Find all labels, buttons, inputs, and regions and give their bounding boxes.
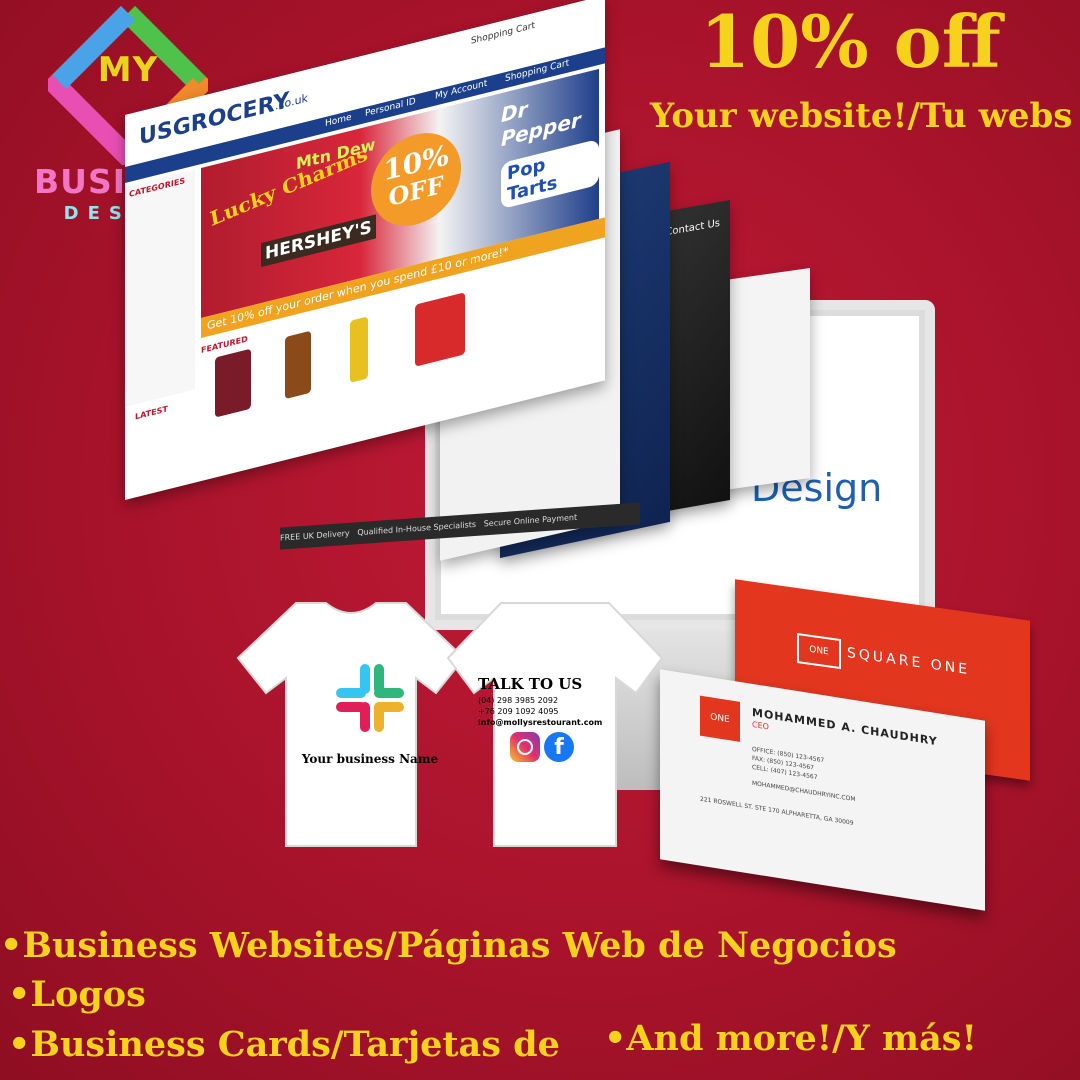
footer-delivery: FREE UK Delivery <box>280 528 350 543</box>
card-address: 221 ROSWELL ST. STE 170 ALPHARETTA, GA 3… <box>700 795 854 827</box>
nav-home[interactable]: Home <box>325 113 352 130</box>
card-title: CEO <box>752 719 769 732</box>
card-front-logo: ONE <box>700 695 740 742</box>
card-back-logo: ONE <box>797 632 841 670</box>
footer-payment: Secure Online Payment <box>483 512 578 529</box>
offer-headline: 10% off <box>700 0 1001 84</box>
service-business-cards: •Business Cards/Tarjetas de <box>8 1024 560 1065</box>
flyer-canvas: MY BUSINESS DESIGN 10% off Your website!… <box>0 0 1080 1080</box>
cart-label[interactable]: Shopping Cart <box>471 21 535 47</box>
offer-subtitle: Your website!/Tu webs <box>650 96 1073 136</box>
card-email: MOHAMMED@CHAUDHRYINC.COM <box>752 779 856 804</box>
instagram-icon <box>510 732 540 762</box>
talk-to-us-heading: TALK TO US <box>478 675 583 693</box>
product-dr-pepper[interactable] <box>215 348 251 418</box>
product-bottle[interactable] <box>285 330 311 400</box>
categories-sidebar: CATEGORIES <box>125 169 195 407</box>
contact-us-text: Contact Us <box>665 217 720 239</box>
latest-heading: LATEST <box>135 404 168 422</box>
discount-badge: 10% OFF <box>371 123 461 236</box>
service-and-more: •And more!/Y más! <box>604 1018 977 1059</box>
product-beer[interactable] <box>350 316 368 383</box>
card-name: MOHAMMED A. CHAUDHRY <box>752 705 938 749</box>
card-company: SQUARE ONE <box>847 645 971 679</box>
facebook-icon: f <box>544 732 574 762</box>
service-logos: •Logos <box>8 974 146 1015</box>
tshirt-email: info@mollysrestourant.com <box>478 718 603 727</box>
brand-dr-pepper: Dr Pepper <box>501 96 581 152</box>
product-lucky-charms-tub[interactable] <box>415 292 465 367</box>
brand-hersheys: HERSHEY'S <box>261 214 376 268</box>
slack-logo-icon <box>336 664 404 732</box>
logo-my-text: MY <box>97 50 159 90</box>
service-websites: •Business Websites/Páginas Web de Negoci… <box>0 925 897 966</box>
footer-specialists: Qualified In-House Specialists <box>357 519 477 538</box>
tshirt-phone1: (04) 298 3985 2092 <box>478 696 559 705</box>
tshirt-business-name: Your business Name <box>301 752 439 766</box>
tshirt-phone2: +76 209 1092 4095 <box>478 707 559 716</box>
brand-pop-tarts: Pop Tarts <box>501 138 599 210</box>
